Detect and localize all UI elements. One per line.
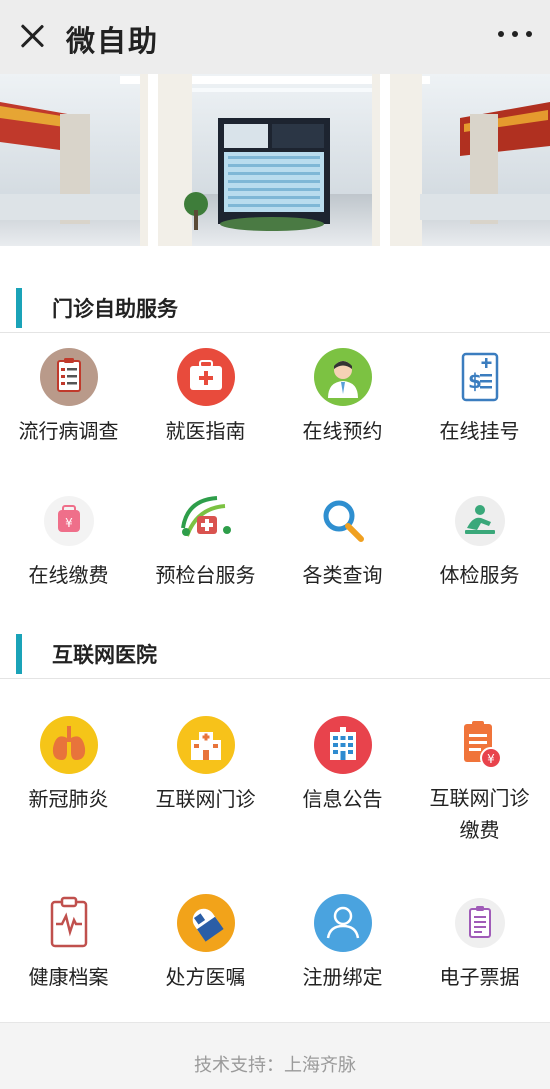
svg-text:$: $ bbox=[468, 369, 482, 393]
menu-item-epidemic-survey[interactable]: 流行病调查 bbox=[0, 348, 137, 448]
menu-item-label: 在线预约 bbox=[302, 419, 383, 443]
section-title: 门诊自助服务 bbox=[52, 297, 178, 321]
menu-item-e-receipt[interactable]: 电子票据 bbox=[411, 894, 548, 994]
menu-item-health-check[interactable]: 体检服务 bbox=[411, 492, 548, 592]
magnifier-icon bbox=[323, 500, 364, 542]
hospital-hall-banner bbox=[0, 74, 550, 246]
close-icon[interactable] bbox=[16, 20, 48, 52]
document-payment-icon: ¥ bbox=[463, 721, 502, 769]
footer: 技术支持：上海齐脉 bbox=[0, 1022, 550, 1089]
bill-dollar-icon: $ bbox=[461, 352, 498, 402]
menu-item-register-bind[interactable]: 注册绑定 bbox=[274, 894, 411, 994]
e-receipt-icon bbox=[454, 898, 505, 948]
page-title: 微自助 bbox=[66, 24, 160, 58]
health-check-icon bbox=[454, 496, 505, 546]
menu-item-label: 处方医嘱 bbox=[165, 965, 246, 989]
menu-item-online-payment[interactable]: ¥ 在线缴费 bbox=[0, 492, 137, 592]
hospital-building-icon bbox=[176, 716, 235, 774]
menu-item-label: 互联网门诊 bbox=[155, 787, 256, 811]
svg-text:¥: ¥ bbox=[487, 752, 495, 766]
menu-item-covid[interactable]: 新冠肺炎 bbox=[0, 716, 137, 816]
lungs-icon bbox=[39, 716, 98, 774]
menu-item-label: 在线挂号 bbox=[439, 419, 520, 443]
menu-item-prescription[interactable]: 处方医嘱 bbox=[137, 894, 274, 994]
section-accent-bar bbox=[16, 288, 22, 328]
hospital-icon bbox=[313, 716, 372, 774]
menu-item-label: 预检台服务 bbox=[155, 563, 256, 587]
svg-text:¥: ¥ bbox=[65, 516, 73, 530]
menu-item-health-record[interactable]: 健康档案 bbox=[0, 894, 137, 994]
menu-item-label: 新冠肺炎 bbox=[28, 787, 109, 811]
medical-kit-icon bbox=[180, 496, 231, 537]
menu-item-label: 健康档案 bbox=[28, 965, 109, 989]
menu-item-announcements[interactable]: 信息公告 bbox=[274, 716, 411, 816]
footer-text: 技术支持：上海齐脉 bbox=[194, 1055, 356, 1076]
menu-item-medical-guide[interactable]: 就医指南 bbox=[137, 348, 274, 448]
menu-item-label: 体检服务 bbox=[439, 563, 520, 587]
menu-item-label: 电子票据 bbox=[439, 965, 520, 989]
menu-item-online-registration[interactable]: $ 在线挂号 bbox=[411, 348, 548, 448]
user-icon bbox=[313, 894, 372, 952]
menu-item-label: 在线缴费 bbox=[28, 563, 109, 587]
menu-item-label: 互联网门诊 缴费 bbox=[411, 782, 548, 846]
section-header-outpatient: 门诊自助服务 bbox=[0, 280, 550, 333]
menu-item-label-line1: 互联网门诊 bbox=[429, 786, 530, 810]
clipboard-checklist-icon bbox=[39, 348, 98, 406]
menu-item-label: 信息公告 bbox=[302, 787, 383, 811]
doctor-icon bbox=[313, 348, 372, 406]
menu-item-label: 流行病调查 bbox=[18, 419, 119, 443]
more-options-icon[interactable] bbox=[498, 26, 532, 42]
section-accent-bar bbox=[16, 634, 22, 674]
menu-item-label: 就医指南 bbox=[165, 419, 246, 443]
menu-item-online-appointment[interactable]: 在线预约 bbox=[274, 348, 411, 448]
top-bar: 微自助 bbox=[0, 0, 550, 74]
menu-item-precheck-service[interactable]: 预检台服务 bbox=[137, 492, 274, 592]
health-record-icon bbox=[50, 896, 87, 948]
menu-item-label-line2: 缴费 bbox=[459, 818, 500, 842]
menu-item-internet-clinic[interactable]: 互联网门诊 bbox=[137, 716, 274, 816]
menu-item-queries[interactable]: 各类查询 bbox=[274, 492, 411, 592]
medical-guide-icon bbox=[176, 348, 235, 406]
payment-bag-icon: ¥ bbox=[43, 496, 94, 546]
prescription-icon bbox=[176, 894, 235, 952]
menu-item-internet-clinic-payment[interactable]: ¥ 互联网门诊 缴费 bbox=[411, 716, 548, 846]
section-title: 互联网医院 bbox=[52, 643, 157, 667]
menu-item-label: 注册绑定 bbox=[302, 965, 383, 989]
menu-item-label: 各类查询 bbox=[302, 563, 383, 587]
section-header-internet-hospital: 互联网医院 bbox=[0, 626, 550, 679]
